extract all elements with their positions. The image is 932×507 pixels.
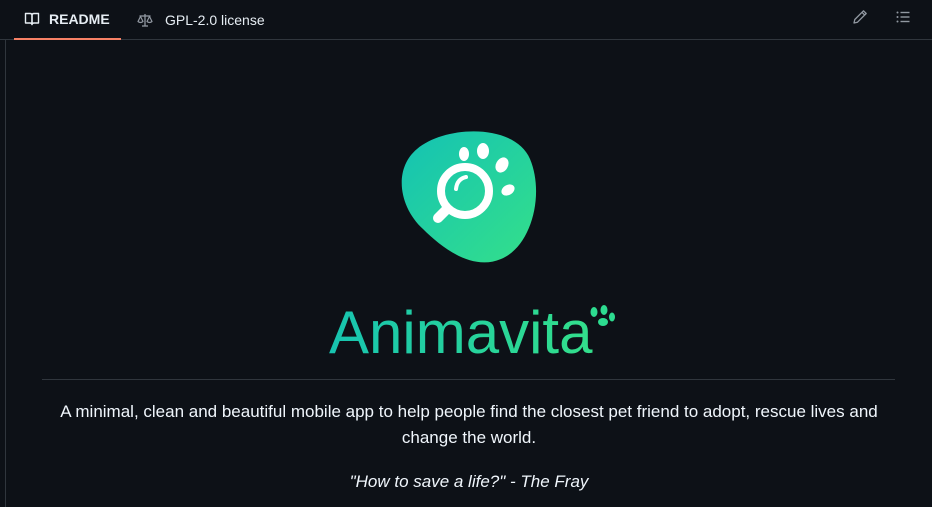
content-divider: [42, 379, 895, 380]
readme-header: README GPL-2.0 license: [0, 0, 932, 40]
outline-button[interactable]: [888, 4, 918, 34]
logo-wordmark: Animavita: [329, 299, 593, 366]
project-quote: "How to save a life?" - The Fray: [349, 472, 589, 491]
tab-readme[interactable]: README: [14, 0, 121, 40]
readme-content: Animavita A minimal, clean and beautiful…: [6, 41, 932, 507]
edit-file-button[interactable]: [845, 4, 875, 34]
logo-blob-shape: [401, 131, 537, 263]
book-icon: [24, 11, 40, 27]
animavita-logo: Animavita: [325, 129, 621, 369]
tab-license-label: GPL-2.0 license: [165, 12, 265, 28]
law-scale-icon: [137, 12, 153, 28]
tab-license[interactable]: GPL-2.0 license: [137, 0, 265, 40]
project-description: A minimal, clean and beautiful mobile ap…: [60, 402, 878, 447]
pencil-icon: [852, 9, 868, 30]
tab-readme-label: README: [49, 11, 110, 27]
list-unordered-icon: [895, 9, 911, 30]
